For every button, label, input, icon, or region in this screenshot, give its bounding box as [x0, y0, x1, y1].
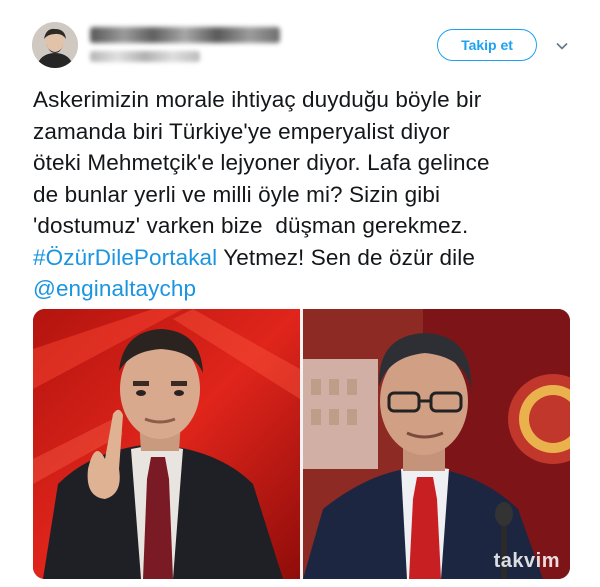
media-watermark: takvim	[493, 550, 560, 572]
tweet-line: de bunlar yerli ve milli öyle mi? Sizin …	[33, 181, 441, 207]
mention-link[interactable]: @enginaltaychp	[33, 276, 196, 301]
tweet-card: Takip et Askerimizin morale ihtiyaç duyd…	[0, 0, 600, 587]
follow-button[interactable]: Takip et	[437, 29, 537, 61]
mention-line: @enginaltaychp	[33, 273, 588, 305]
blurred-username	[90, 51, 200, 62]
tweet-line: 'dostumuz' varken bize düşman gerekmez.	[33, 213, 469, 238]
hashtag-link[interactable]: #ÖzürDilePortakal	[33, 245, 217, 270]
tweet-line: zamanda biri Türkiye'ye emperyalist diyo…	[33, 118, 450, 144]
hashtag-line: #ÖzürDilePortakal Yetmez! Sen de özür di…	[33, 242, 588, 274]
tweet-line: öteki Mehmetçik'e lejyoner diyor. Lafa g…	[33, 150, 490, 175]
tweet-line: Askerimizin morale ihtiyaç duyduğu böyle…	[33, 87, 482, 112]
chevron-down-icon[interactable]	[556, 40, 568, 52]
media-photo-left[interactable]	[33, 309, 300, 579]
media-photo-right[interactable]	[303, 309, 570, 579]
avatar[interactable]	[32, 22, 78, 68]
tweet-text: Askerimizin morale ihtiyaç duyduğu böyle…	[33, 84, 588, 305]
blurred-display-name	[90, 27, 280, 43]
tweet-media[interactable]: takvim	[33, 309, 570, 579]
tweet-text-fragment: Yetmez! Sen de özür dile	[217, 244, 475, 270]
